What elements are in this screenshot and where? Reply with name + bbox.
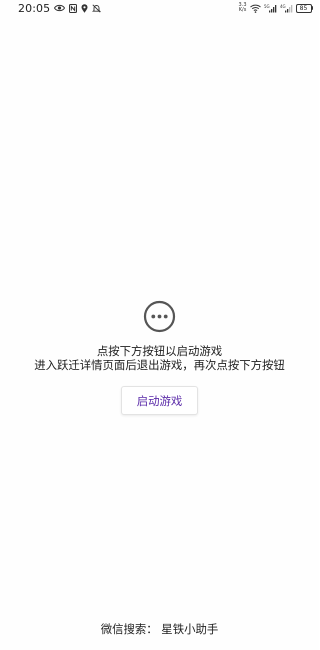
battery-icon: 85	[295, 3, 313, 13]
status-bar-right: 3.3 K/s 5G 4G 85	[239, 3, 313, 13]
signal-icon: 4G	[280, 4, 293, 13]
eye-icon	[54, 4, 66, 12]
battery-level: 85	[295, 3, 312, 13]
signal-label-1: 5G	[264, 4, 270, 9]
mute-icon	[92, 3, 102, 13]
status-bar: 20:05 3.3 K/s 5G 4G 85	[0, 0, 319, 16]
status-bar-left: 20:05	[18, 1, 102, 15]
instruction-line-2: 进入跃迁详情页面后退出游戏，再次点按下方按钮	[34, 358, 285, 372]
signal-icon: 5G	[264, 4, 277, 13]
more-horizontal-circle-icon	[143, 300, 176, 333]
signal-label-2: 4G	[280, 4, 286, 9]
app-screen: 20:05 3.3 K/s 5G 4G 85 点按下方按钮以启动游戏 进入跃迁详…	[0, 0, 319, 650]
instructions-text: 点按下方按钮以启动游戏 进入跃迁详情页面后退出游戏，再次点按下方按钮	[34, 344, 285, 372]
location-icon	[81, 3, 88, 13]
instruction-line-1: 点按下方按钮以启动游戏	[96, 344, 223, 358]
network-speed-unit: K/s	[238, 7, 247, 13]
launch-panel: 点按下方按钮以启动游戏 进入跃迁详情页面后退出游戏，再次点按下方按钮 启动游戏	[0, 300, 319, 415]
nfc-icon	[69, 3, 78, 13]
footer-wechat-hint: 微信搜索： 星铁小助手	[100, 622, 219, 636]
start-game-button[interactable]: 启动游戏	[121, 386, 198, 415]
network-speed: 3.3 K/s	[239, 3, 247, 13]
status-time: 20:05	[18, 1, 51, 15]
wifi-icon	[249, 4, 261, 13]
